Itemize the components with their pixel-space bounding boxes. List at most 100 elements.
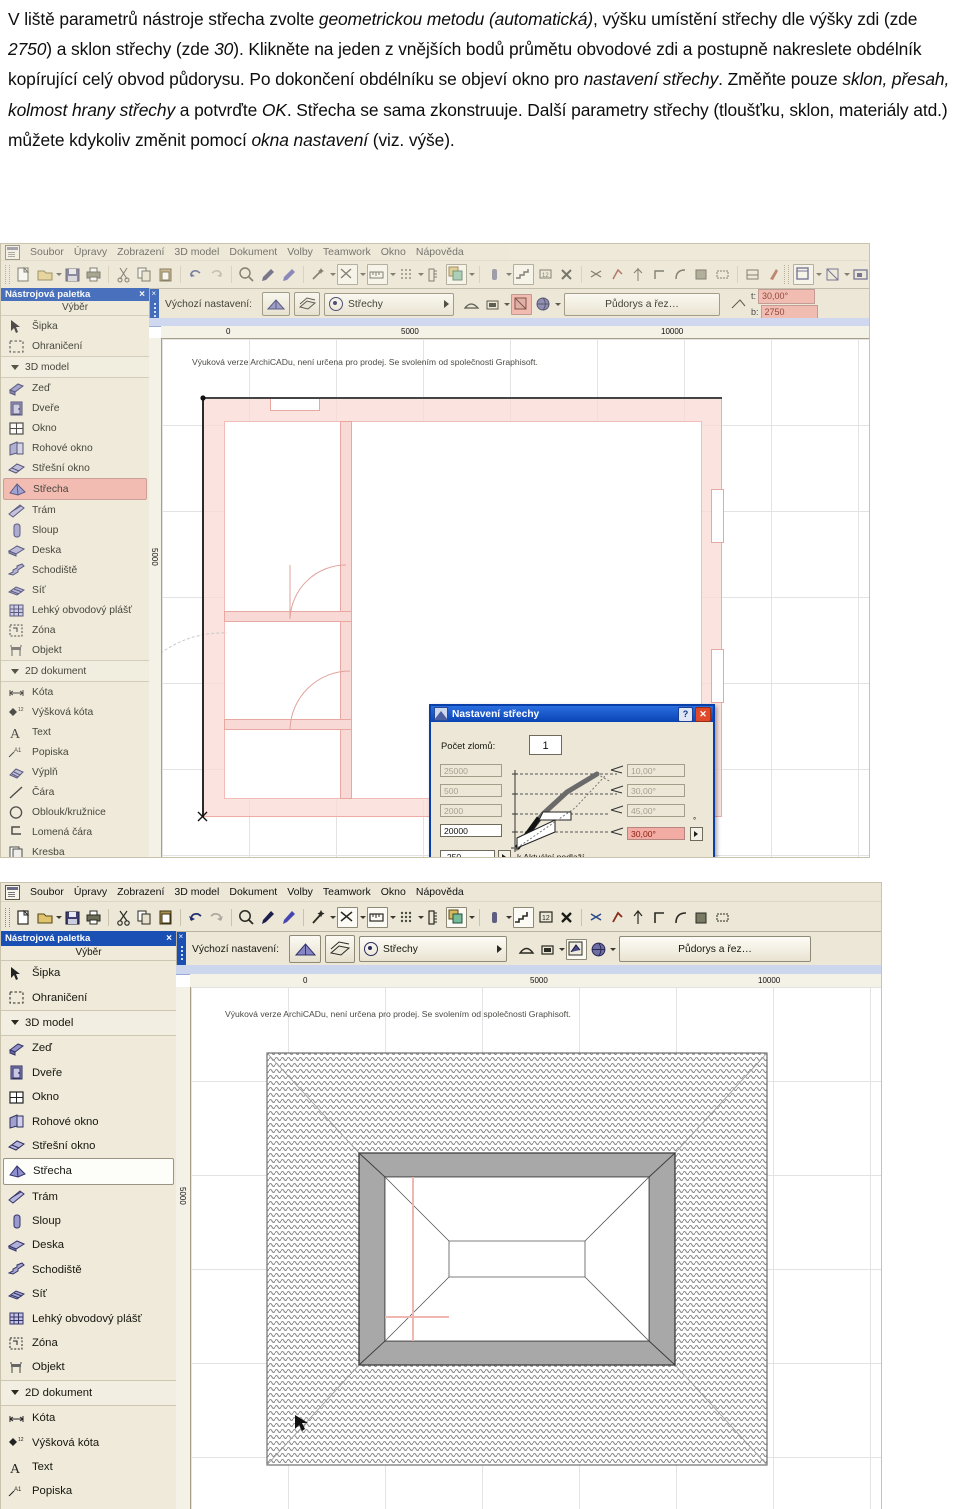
menu-bar-1[interactable]: Soubor Úpravy Zobrazení 3D model Dokumen…	[1, 244, 869, 260]
palette-item-st-echa[interactable]: Střecha	[3, 1158, 174, 1185]
cut-icon[interactable]	[114, 265, 133, 284]
trim-icon[interactable]	[587, 265, 606, 284]
open-dropdown-icon-2[interactable]	[55, 908, 62, 927]
roof-layers-button[interactable]	[294, 292, 321, 316]
palette-item-dve-e[interactable]: Dveře	[1, 1061, 176, 1085]
column-dropdown-icon[interactable]	[505, 265, 512, 284]
angle-spinner[interactable]	[690, 827, 703, 841]
cut-icon-2[interactable]	[114, 908, 133, 927]
palette-item-z-na[interactable]: Zóna	[1, 1331, 176, 1355]
ruler-icon[interactable]	[425, 265, 444, 284]
palette-close-icon[interactable]: ×	[139, 289, 145, 300]
paste-icon-2[interactable]	[156, 908, 175, 927]
new-file-icon-2[interactable]	[14, 908, 33, 927]
menu-item-soubor-2[interactable]: Soubor	[25, 886, 69, 898]
palette-item-v-pl[interactable]: Výplň	[1, 1504, 176, 1509]
drawing-canvas-2[interactable]: 0 5000 10000 5000 Výuková verze ArchiCAD…	[176, 965, 881, 1509]
globe-icon[interactable]	[534, 295, 553, 314]
palette-item-2d-dokument[interactable]: 2D dokument	[1, 1379, 176, 1407]
palette-close-icon-2[interactable]: ×	[166, 933, 172, 944]
tool-palette-1[interactable]: Nástrojová paletka × Výběr Šipka Ohraniče…	[1, 288, 150, 857]
eyedropper-icon[interactable]	[258, 265, 277, 284]
menu-item-dokument-2[interactable]: Dokument	[224, 886, 282, 898]
menu-item-teamwork-2[interactable]: Teamwork	[318, 886, 376, 898]
menu-item-zobrazeni-2[interactable]: Zobrazení	[112, 886, 169, 898]
palette-item-okno[interactable]: Okno	[1, 418, 149, 438]
redo-icon[interactable]	[207, 265, 226, 284]
intersect-icon-2[interactable]	[608, 908, 627, 927]
palette-item-ipka[interactable]: Šipka	[1, 316, 149, 336]
print-icon-2[interactable]	[84, 908, 103, 927]
grid-dropdown-icon-2[interactable]	[417, 908, 424, 927]
ruler-icon-2[interactable]	[425, 908, 444, 927]
palette-item-k-ta[interactable]: Kóta	[1, 1406, 176, 1430]
save-icon[interactable]	[63, 265, 82, 284]
palette-item-tr-m[interactable]: Trám	[1, 500, 149, 520]
geometry-method-icon-2[interactable]	[566, 938, 588, 960]
menu-item-3d-model[interactable]: 3D model	[169, 246, 224, 258]
info-box-1[interactable]: × Výchozí nastavení: Střechy Půdorys a ř…	[149, 288, 869, 320]
curve-icon-2[interactable]	[671, 908, 690, 927]
palette-item-v-kov-k-ta[interactable]: 12 Výšková kóta	[1, 702, 149, 722]
menu-item-napoveda[interactable]: Nápověda	[411, 246, 469, 258]
tool-bar-2[interactable]: 12	[1, 901, 881, 932]
zoom-icon-2[interactable]	[237, 908, 256, 927]
menu-item-soubor[interactable]: Soubor	[25, 246, 69, 258]
infobox-grip-2[interactable]: ×	[177, 932, 186, 966]
save-icon-2[interactable]	[63, 908, 82, 927]
roof-plane-dropdown-icon[interactable]	[503, 295, 511, 314]
base-offset-field[interactable]: -250	[440, 850, 495, 857]
open-file-icon[interactable]	[35, 265, 54, 284]
measure-dropdown-icon-2[interactable]	[389, 908, 396, 927]
palette-item-lehk-obvodov-pl[interactable]: Lehký obvodový plášť	[1, 600, 149, 620]
roof-plane-dropdown-icon-2[interactable]	[558, 940, 566, 959]
palette-item-text[interactable]: A Text	[1, 722, 149, 742]
palette-item-ra[interactable]: Čára	[1, 782, 149, 802]
offset-icon[interactable]	[692, 265, 711, 284]
palette-item-3d-model[interactable]: 3D model	[1, 1009, 176, 1037]
palette-item-s[interactable]: Síť	[1, 1282, 176, 1306]
measure-dropdown-icon[interactable]	[389, 265, 396, 284]
roof-tool-button[interactable]	[262, 292, 291, 316]
floorplan-view-icon[interactable]	[793, 264, 814, 285]
syringe-icon[interactable]	[279, 265, 298, 284]
palette-item-text[interactable]: A Text	[1, 1455, 176, 1479]
help-button[interactable]: ?	[678, 706, 693, 722]
height-field-4[interactable]: 20000	[440, 824, 502, 837]
palette-item-tr-m[interactable]: Trám	[1, 1185, 176, 1209]
roof-plane-icon-2[interactable]	[538, 940, 557, 959]
palette-item-st-e-n-okno[interactable]: Střešní okno	[1, 458, 149, 478]
top-offset-field[interactable]: 30,00°	[758, 288, 816, 304]
dimension-tool-icon[interactable]: 12	[536, 265, 555, 284]
close-x-icon-2[interactable]	[557, 908, 576, 927]
grid-snap-icon[interactable]	[397, 265, 416, 284]
print-icon[interactable]	[84, 265, 103, 284]
copy-icon[interactable]	[135, 265, 154, 284]
angle-field-3[interactable]: 45,00°	[627, 804, 685, 817]
palette-item-v-kov-k-ta[interactable]: 12 Výšková kóta	[1, 1430, 176, 1454]
palette-item-sloup[interactable]: Sloup	[1, 520, 149, 540]
measure-icon[interactable]	[367, 264, 388, 285]
copy-icon-2[interactable]	[135, 908, 154, 927]
menu-item-dokument[interactable]: Dokument	[224, 246, 282, 258]
infobox-close-icon[interactable]: ×	[152, 290, 157, 298]
menu-item-teamwork[interactable]: Teamwork	[318, 246, 376, 258]
roof-shape-icon-2[interactable]	[517, 940, 536, 959]
stretch-icon-2[interactable]	[713, 908, 732, 927]
palette-item-popiska[interactable]: A1 Popiska	[1, 742, 149, 762]
open-dropdown-icon[interactable]	[55, 265, 62, 284]
roof-shape-icon[interactable]	[462, 295, 481, 314]
palette-item-v-pl[interactable]: Výplň	[1, 762, 149, 782]
infobox-close-icon-2[interactable]: ×	[179, 933, 184, 941]
palette-item-okno[interactable]: Okno	[1, 1085, 176, 1109]
stretch-icon[interactable]	[713, 265, 732, 284]
palette-item-dve-e[interactable]: Dveře	[1, 398, 149, 418]
menu-item-3d-model-2[interactable]: 3D model	[169, 886, 224, 898]
menu-item-volby-2[interactable]: Volby	[282, 886, 318, 898]
paste-icon[interactable]	[156, 265, 175, 284]
open-file-icon-2[interactable]	[35, 908, 54, 927]
palette-item-lehk-obvodov-pl[interactable]: Lehký obvodový plášť	[1, 1306, 176, 1330]
stairs-tool-icon-2[interactable]	[513, 906, 534, 928]
palette-item-sloup[interactable]: Sloup	[1, 1209, 176, 1233]
palette-item-s[interactable]: Síť	[1, 580, 149, 600]
